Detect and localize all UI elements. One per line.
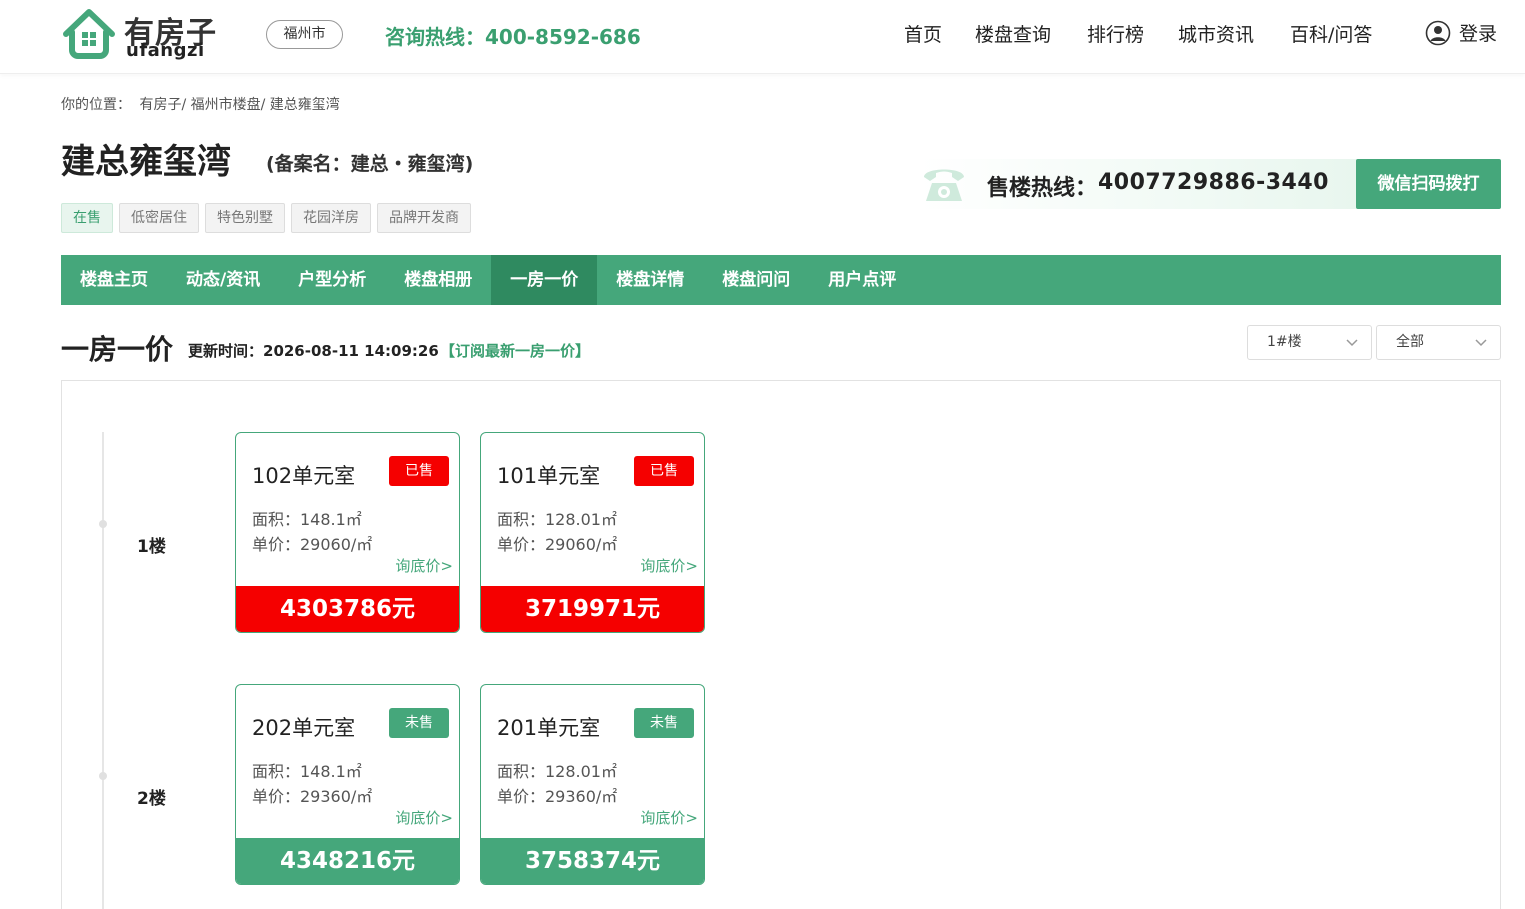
sales-hotline-label: 售楼热线：	[987, 176, 1098, 201]
update-time: 更新时间：2026-08-11 14:09:26	[188, 342, 439, 360]
site-header: 有房子 ufangzi 福州市 咨询热线：400-8592-686 首页 楼盘查…	[0, 0, 1525, 74]
breadcrumb: 你的位置： 有房子/ 福州市楼盘/ 建总雍玺湾	[61, 94, 344, 114]
floor-label-1: 1楼	[137, 537, 166, 557]
ask-lowest-price-link[interactable]: 询底价>	[395, 807, 453, 828]
nav-wiki-qa[interactable]: 百科/问答	[1290, 20, 1372, 47]
site-logo[interactable]: 有房子 ufangzi	[60, 4, 230, 62]
building-select-value: 1#楼	[1267, 334, 1302, 350]
tag-on-sale: 在售	[61, 203, 113, 233]
floor-timeline	[102, 432, 104, 909]
logo-subtext: ufangzi	[126, 40, 205, 61]
nav-home[interactable]: 首页	[904, 20, 942, 47]
total-price: 4348216元	[236, 838, 459, 884]
unit-card-101[interactable]: 101单元室 已售 面积：128.01㎡ 单价：29060/㎡ 询底价> 371…	[480, 432, 705, 633]
ask-lowest-price-link[interactable]: 询底价>	[640, 807, 698, 828]
nav-rankings[interactable]: 排行榜	[1087, 20, 1144, 47]
telephone-icon	[924, 169, 964, 201]
timeline-dot	[99, 520, 107, 528]
consult-hotline: 咨询热线：400-8592-686	[385, 25, 641, 49]
unit-card-201[interactable]: 201单元室 未售 面积：128.01㎡ 单价：29360/㎡ 询底价> 375…	[480, 684, 705, 885]
login-link[interactable]: 登录	[1425, 19, 1497, 46]
tab-news[interactable]: 动态/资讯	[167, 255, 279, 305]
unit-price: 单价：29060/㎡	[252, 535, 373, 554]
tag-low-density: 低密居住	[119, 203, 199, 233]
unit-price: 单价：29060/㎡	[497, 535, 618, 554]
total-price: 3719971元	[481, 586, 704, 632]
tab-floorplans[interactable]: 户型分析	[279, 255, 385, 305]
property-tabbar: 楼盘主页 动态/资讯 户型分析 楼盘相册 一房一价 楼盘详情 楼盘问问 用户点评	[61, 255, 1501, 305]
total-price: 4303786元	[236, 586, 459, 632]
status-badge: 未售	[634, 708, 694, 738]
tag-garden-house: 花园洋房	[291, 203, 371, 233]
tab-reviews[interactable]: 用户点评	[809, 255, 915, 305]
nav-city-news[interactable]: 城市资讯	[1178, 20, 1254, 47]
tag-villa: 特色别墅	[205, 203, 285, 233]
unit-room: 101单元室	[497, 464, 601, 488]
breadcrumb-prefix: 你的位置：	[61, 97, 131, 113]
property-registered-name: (备案名：建总・雍玺湾)	[266, 153, 474, 175]
ask-lowest-price-link[interactable]: 询底价>	[395, 555, 453, 576]
unit-price: 单价：29360/㎡	[497, 787, 618, 806]
unit-area: 面积：128.01㎡	[497, 510, 617, 529]
tab-unit-prices[interactable]: 一房一价	[491, 255, 598, 305]
total-price: 3758374元	[481, 838, 704, 884]
unit-card-202[interactable]: 202单元室 未售 面积：148.1㎡ 单价：29360/㎡ 询底价> 4348…	[235, 684, 460, 885]
property-tags: 在售 低密居住 特色别墅 花园洋房 品牌开发商	[61, 203, 471, 233]
house-logo-icon	[63, 9, 115, 59]
tab-home[interactable]: 楼盘主页	[61, 255, 167, 305]
login-label: 登录	[1459, 23, 1498, 45]
unit-area: 面积：128.01㎡	[497, 762, 617, 781]
floor-label-2: 2楼	[137, 789, 166, 809]
unit-card-102[interactable]: 102单元室 已售 面积：148.1㎡ 单价：29060/㎡ 询底价> 4303…	[235, 432, 460, 633]
chevron-down-icon	[1346, 339, 1358, 347]
unit-price: 单价：29360/㎡	[252, 787, 373, 806]
tab-album[interactable]: 楼盘相册	[385, 255, 491, 305]
status-badge: 已售	[389, 456, 449, 486]
property-title: 建总雍玺湾	[61, 142, 231, 182]
wechat-scan-call-button[interactable]: 微信扫码拨打	[1356, 159, 1501, 209]
status-badge: 未售	[389, 708, 449, 738]
status-filter-select[interactable]: 全部	[1376, 325, 1501, 360]
breadcrumb-path[interactable]: 有房子/ 福州市楼盘/ 建总雍玺湾	[139, 97, 339, 113]
timeline-dot	[99, 772, 107, 780]
status-filter-value: 全部	[1396, 334, 1424, 350]
tab-questions[interactable]: 楼盘问问	[703, 255, 809, 305]
sales-hotline-box: 售楼热线： 4007729886-3440	[920, 159, 1360, 209]
status-badge: 已售	[634, 456, 694, 486]
unit-room: 202单元室	[252, 716, 356, 740]
user-icon	[1425, 20, 1451, 45]
tag-brand-developer: 品牌开发商	[377, 203, 471, 233]
ask-lowest-price-link[interactable]: 询底价>	[640, 555, 698, 576]
chevron-down-icon	[1475, 339, 1487, 347]
unit-area: 面积：148.1㎡	[252, 510, 362, 529]
nav-property-search[interactable]: 楼盘查询	[975, 20, 1051, 47]
section-title: 一房一价	[61, 333, 174, 366]
tab-details[interactable]: 楼盘详情	[597, 255, 703, 305]
sales-hotline-number: 4007729886-3440	[1098, 170, 1329, 195]
unit-area: 面积：148.1㎡	[252, 762, 362, 781]
unit-room: 102单元室	[252, 464, 356, 488]
subscribe-link[interactable]: 【订阅最新一房一价】	[440, 340, 590, 361]
city-selector[interactable]: 福州市	[266, 20, 343, 49]
unit-room: 201单元室	[497, 716, 601, 740]
building-select[interactable]: 1#楼	[1247, 325, 1372, 360]
